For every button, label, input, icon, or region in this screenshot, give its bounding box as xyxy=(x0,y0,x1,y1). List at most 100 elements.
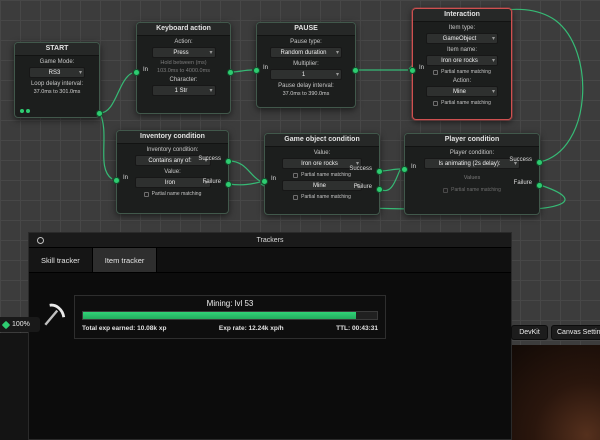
tab-item-tracker[interactable]: Item tracker xyxy=(92,248,158,272)
failure-port[interactable] xyxy=(376,186,383,193)
dropdown-value: 1 xyxy=(301,71,306,78)
node-interaction[interactable]: Interaction Item type: GameObject ▾ Item… xyxy=(409,8,512,120)
field-label: Action: xyxy=(174,39,193,45)
multiplier-dropdown[interactable]: 1 ▾ xyxy=(270,69,342,80)
success-port-label: Success xyxy=(349,166,372,172)
partial-name-matching-checkbox[interactable]: Partial name matching xyxy=(265,194,379,200)
game-mode-dropdown[interactable]: RS3 ▾ xyxy=(29,67,85,78)
action-dropdown[interactable]: Mine ▾ xyxy=(426,86,498,97)
node-inventory-condition[interactable]: Inventory condition Inventory condition:… xyxy=(113,130,232,214)
node-title: Game object condition xyxy=(265,134,379,147)
node-keyboard-action[interactable]: Keyboard action Action: Press ▾ Hold bet… xyxy=(133,22,234,114)
partial-name-matching-checkbox-disabled: Partial name matching xyxy=(405,187,539,193)
zoom-icon xyxy=(1,320,11,329)
output-port[interactable] xyxy=(96,110,103,117)
trackers-tab-bar: Skill tracker Item tracker xyxy=(29,248,511,273)
item-name-dropdown[interactable]: Iron ore rocks ▾ xyxy=(426,55,498,66)
loop-delay-value: 37.0ms to 301.0ms xyxy=(33,89,81,95)
in-port-label: In xyxy=(419,65,425,71)
output-port[interactable] xyxy=(352,67,359,74)
field-label: Value: xyxy=(313,150,331,156)
output-port[interactable] xyxy=(227,69,234,76)
start-indicator-icons xyxy=(20,109,30,113)
in-port-label: In xyxy=(263,65,269,71)
dropdown-value: Mine xyxy=(452,88,466,95)
field-label: Loop delay interval: xyxy=(30,81,84,87)
trackers-titlebar[interactable]: Trackers xyxy=(29,233,511,248)
tab-skill-tracker[interactable]: Skill tracker xyxy=(29,248,93,272)
zoom-indicator[interactable]: 100% xyxy=(0,317,40,332)
node-game-object-condition[interactable]: Game object condition Value: Iron ore ro… xyxy=(261,133,383,215)
dropdown-value: Press xyxy=(173,49,189,56)
input-port[interactable] xyxy=(409,67,416,74)
dropdown-value: 1 Str xyxy=(174,87,188,94)
zoom-level: 100% xyxy=(12,321,30,328)
skill-name: Mining: lvl 53 xyxy=(206,299,254,308)
chevron-down-icon: ▾ xyxy=(209,88,213,94)
node-player-condition[interactable]: Player condition Player condition: Is an… xyxy=(401,133,543,215)
pause-type-dropdown[interactable]: Random duration ▾ xyxy=(270,47,342,58)
hold-between-label: Hold between (ms) xyxy=(160,60,207,66)
input-port[interactable] xyxy=(253,67,260,74)
node-start[interactable]: START Game Mode: RS3 ▾ Loop delay interv… xyxy=(14,42,103,118)
dropdown-value: GameObject xyxy=(442,35,477,42)
success-port[interactable] xyxy=(536,159,543,166)
devkit-button[interactable]: DevKit xyxy=(511,325,548,340)
item-type-dropdown[interactable]: GameObject ▾ xyxy=(426,33,498,44)
field-label: Character: xyxy=(169,77,198,83)
input-port[interactable] xyxy=(133,69,140,76)
character-dropdown[interactable]: 1 Str ▾ xyxy=(151,85,216,96)
player-condition-dropdown[interactable]: Is animating (2s delay): ▾ xyxy=(424,158,520,169)
checkbox-label: Partial name matching xyxy=(441,100,491,106)
field-label: Game Mode: xyxy=(39,59,75,65)
failure-port[interactable] xyxy=(225,181,232,188)
partial-name-matching-checkbox[interactable]: Partial name matching xyxy=(117,191,228,197)
exp-rate-label: Exp rate: 12.24k xp/h xyxy=(218,325,284,332)
action-dropdown[interactable]: Mine ▾ xyxy=(282,180,362,191)
canvas-settings-button[interactable]: Canvas Settings xyxy=(551,325,600,340)
partial-name-matching-checkbox[interactable]: Partial name matching xyxy=(265,172,379,178)
field-label: Value: xyxy=(164,169,181,175)
success-port[interactable] xyxy=(376,168,383,175)
skill-progress-bar xyxy=(82,311,378,320)
trackers-window[interactable]: Trackers Skill tracker Item tracker Mini… xyxy=(28,232,512,440)
partial-name-matching-checkbox[interactable]: Partial name matching xyxy=(413,100,511,106)
checkbox-label: Partial name matching xyxy=(151,191,202,197)
node-title: Player condition xyxy=(405,134,539,147)
failure-port[interactable] xyxy=(536,182,543,189)
partial-name-matching-checkbox[interactable]: Partial name matching xyxy=(413,69,511,75)
dropdown-value: Iron ore rocks xyxy=(301,160,338,167)
in-port-label: In xyxy=(143,67,149,73)
record-circle-icon xyxy=(37,237,44,244)
chevron-down-icon: ▾ xyxy=(491,89,495,95)
field-label: Action: xyxy=(452,78,472,84)
action-dropdown[interactable]: Press ▾ xyxy=(151,47,216,58)
chevron-down-icon: ▾ xyxy=(335,72,339,78)
success-port[interactable] xyxy=(225,158,232,165)
field-label: Pause delay interval: xyxy=(278,83,334,89)
field-label: Multiplier: xyxy=(293,61,319,67)
input-port[interactable] xyxy=(113,177,120,184)
node-title: START xyxy=(15,43,99,56)
field-label: Player condition: xyxy=(449,150,495,156)
checkbox-label: Partial name matching xyxy=(301,172,351,178)
node-title: PAUSE xyxy=(257,23,355,36)
dropdown-value: Iron ore rocks xyxy=(441,57,478,64)
input-port[interactable] xyxy=(401,166,408,173)
skill-progress-box: Mining: lvl 53 Total exp earned: 10.08k … xyxy=(74,295,386,339)
field-label: Item type: xyxy=(448,25,476,31)
chevron-down-icon: ▾ xyxy=(491,36,495,42)
checkbox-label: Partial name matching xyxy=(451,187,501,193)
chevron-down-icon: ▾ xyxy=(78,70,82,76)
trackers-content: Mining: lvl 53 Total exp earned: 10.08k … xyxy=(29,273,511,440)
in-port-label: In xyxy=(123,175,129,181)
pause-delay-value: 37.0ms to 390.0ms xyxy=(282,91,330,97)
input-port[interactable] xyxy=(261,178,268,185)
node-pause[interactable]: PAUSE Pause type: Random duration ▾ Mult… xyxy=(253,22,359,108)
pickaxe-icon xyxy=(41,302,67,333)
skill-tracker-row: Mining: lvl 53 Total exp earned: 10.08k … xyxy=(41,295,386,339)
chevron-down-icon: ▾ xyxy=(491,58,495,64)
checkbox-icon xyxy=(443,187,449,193)
value-dropdown[interactable]: Iron ▾ xyxy=(134,177,211,188)
dropdown-value: Iron xyxy=(164,179,176,186)
